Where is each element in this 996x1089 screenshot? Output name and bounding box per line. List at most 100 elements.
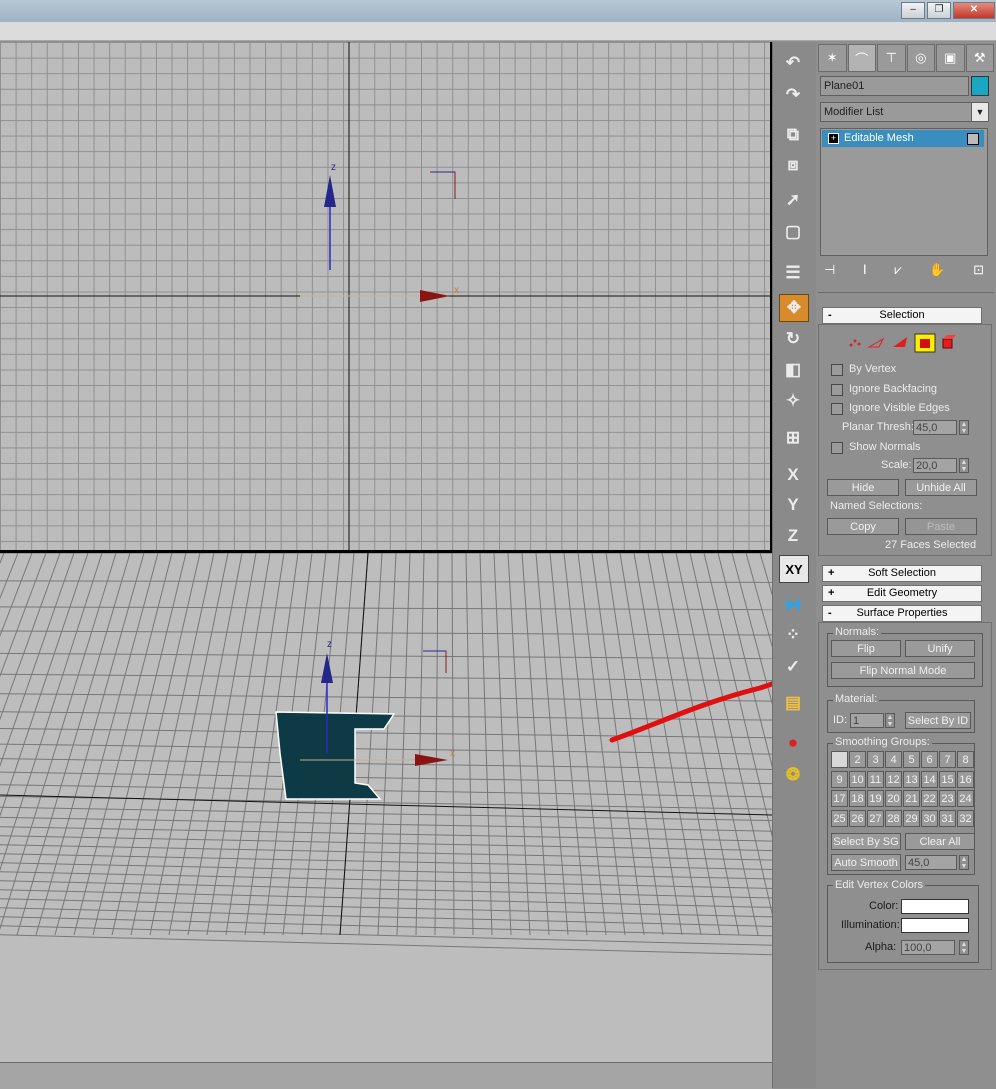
z-axis-button[interactable]: Z bbox=[779, 523, 807, 549]
smoothing-group-button[interactable]: 2 bbox=[849, 751, 866, 768]
y-axis-button[interactable]: Y bbox=[779, 492, 807, 518]
smoothing-group-button[interactable]: 5 bbox=[903, 751, 920, 768]
motion-tab-icon[interactable]: ◎ bbox=[906, 44, 935, 72]
remove-modifier-icon[interactable]: ✋ bbox=[929, 262, 945, 280]
smoothing-group-button[interactable]: 14 bbox=[921, 770, 938, 788]
object-name-field[interactable]: Plane01 bbox=[820, 76, 969, 96]
select-by-name-icon[interactable]: ☰ bbox=[779, 260, 807, 286]
smoothing-group-button[interactable]: 20 bbox=[885, 790, 902, 807]
smoothing-group-button[interactable]: 21 bbox=[903, 790, 920, 807]
flip-button[interactable]: Flip bbox=[831, 640, 901, 657]
illumination-color-swatch[interactable] bbox=[901, 918, 969, 933]
minimize-button[interactable]: – bbox=[901, 2, 925, 19]
unify-button[interactable]: Unify bbox=[905, 640, 975, 657]
smoothing-group-button[interactable]: 12 bbox=[885, 770, 902, 788]
select-by-sg-button[interactable]: Select By SG bbox=[831, 833, 901, 850]
clear-all-button[interactable]: Clear All bbox=[905, 833, 975, 850]
smoothing-group-button[interactable]: 13 bbox=[903, 770, 920, 788]
top-viewport[interactable]: z x bbox=[0, 42, 772, 553]
by-vertex-checkbox[interactable] bbox=[831, 364, 843, 376]
vertex-color-swatch[interactable] bbox=[901, 899, 969, 914]
show-end-result-icon[interactable]: Ⅰ bbox=[863, 262, 867, 280]
material-id-field[interactable]: 1 bbox=[850, 713, 884, 728]
modifier-list-dropdown[interactable]: Modifier List ▼ bbox=[820, 102, 989, 122]
region-select-icon[interactable]: ▢ bbox=[779, 219, 807, 245]
smoothing-group-button[interactable]: 32 bbox=[957, 809, 974, 827]
modify-tab-icon[interactable]: ⌒ bbox=[847, 44, 876, 72]
selection-rollout-header[interactable]: - Selection bbox=[822, 307, 982, 324]
x-axis-button[interactable]: X bbox=[779, 462, 807, 488]
xy-plane-button[interactable]: XY bbox=[779, 555, 809, 583]
perspective-viewport[interactable]: z x bbox=[0, 553, 772, 1088]
select-by-id-button[interactable]: Select By ID bbox=[905, 712, 971, 729]
smoothing-group-button[interactable]: 18 bbox=[849, 790, 866, 807]
hide-button[interactable]: Hide bbox=[827, 479, 899, 496]
smoothing-group-button[interactable]: 22 bbox=[921, 790, 938, 807]
smoothing-group-button[interactable]: 15 bbox=[939, 770, 956, 788]
flip-normal-mode-button[interactable]: Flip Normal Mode bbox=[831, 662, 975, 679]
show-normals-checkbox[interactable] bbox=[831, 442, 843, 454]
array-icon[interactable]: ⁘ bbox=[779, 622, 807, 648]
smoothing-group-button[interactable]: 24 bbox=[957, 790, 974, 807]
smoothing-group-button[interactable]: 4 bbox=[885, 751, 902, 768]
unlink-icon[interactable]: ⧈ bbox=[779, 152, 807, 178]
configure-modifier-sets-icon[interactable]: ⊡ bbox=[973, 262, 984, 280]
material-editor-icon[interactable]: ● bbox=[779, 730, 807, 756]
smoothing-group-button[interactable]: 29 bbox=[903, 809, 920, 827]
scale-field[interactable]: 20,0 bbox=[913, 458, 957, 473]
make-unique-icon[interactable]: ⩗ bbox=[894, 262, 901, 280]
smoothing-group-button[interactable]: 8 bbox=[957, 751, 974, 768]
material-id-spinner[interactable]: ▲ ▼ bbox=[885, 713, 895, 728]
auto-smooth-field[interactable]: 45,0 bbox=[905, 855, 957, 870]
smoothing-group-button[interactable]: 23 bbox=[939, 790, 956, 807]
display-tab-icon[interactable]: ▣ bbox=[936, 44, 965, 72]
close-button[interactable]: ✕ bbox=[953, 2, 995, 19]
smoothing-group-button[interactable]: 6 bbox=[921, 751, 938, 768]
render-scene-icon[interactable]: ❂ bbox=[779, 762, 807, 788]
smoothing-group-button[interactable]: 16 bbox=[957, 770, 974, 788]
smoothing-group-button[interactable]: 7 bbox=[939, 751, 956, 768]
align-icon[interactable]: ✓ bbox=[779, 654, 807, 680]
smoothing-group-button[interactable]: 11 bbox=[867, 770, 884, 788]
smoothing-group-button[interactable]: 25 bbox=[831, 809, 848, 827]
scale-icon[interactable]: ◧ bbox=[779, 357, 807, 383]
smoothing-group-button[interactable] bbox=[831, 751, 848, 768]
planar-thresh-field[interactable]: 45,0 bbox=[913, 420, 957, 435]
scale-spinner[interactable]: ▲ ▼ bbox=[959, 458, 969, 473]
manipulate-icon[interactable]: ✧ bbox=[779, 388, 807, 414]
redo-icon[interactable]: ↷ bbox=[779, 82, 807, 108]
restore-button[interactable]: ❐ bbox=[927, 2, 951, 19]
smoothing-group-button[interactable]: 28 bbox=[885, 809, 902, 827]
surface-properties-rollout-header[interactable]: - Surface Properties bbox=[822, 605, 982, 622]
edit-geometry-rollout-header[interactable]: + Edit Geometry bbox=[822, 585, 982, 602]
object-color-swatch[interactable] bbox=[971, 76, 989, 96]
smoothing-group-button[interactable]: 26 bbox=[849, 809, 866, 827]
select-arrow-icon[interactable]: ➚ bbox=[779, 187, 807, 213]
hierarchy-tab-icon[interactable]: ⊤ bbox=[877, 44, 906, 72]
create-tab-icon[interactable]: ✶ bbox=[818, 44, 847, 72]
smoothing-group-button[interactable]: 27 bbox=[867, 809, 884, 827]
smoothing-group-button[interactable]: 17 bbox=[831, 790, 848, 807]
link-icon[interactable]: ⧉ bbox=[779, 122, 807, 148]
ignore-visible-edges-checkbox[interactable] bbox=[831, 403, 843, 415]
utilities-tab-icon[interactable]: ⚒ bbox=[965, 44, 994, 72]
stack-item-toggle[interactable] bbox=[967, 133, 979, 145]
layer-manager-icon[interactable]: ▤ bbox=[779, 690, 807, 716]
paste-button[interactable]: Paste bbox=[905, 518, 977, 535]
planar-thresh-spinner[interactable]: ▲ ▼ bbox=[959, 420, 969, 435]
auto-smooth-spinner[interactable]: ▲ ▼ bbox=[959, 855, 969, 870]
chevron-down-icon[interactable]: ▼ bbox=[971, 103, 988, 121]
smoothing-group-button[interactable]: 19 bbox=[867, 790, 884, 807]
ignore-backfacing-checkbox[interactable] bbox=[831, 384, 843, 396]
stack-item-editable-mesh[interactable]: + Editable Mesh bbox=[822, 130, 984, 147]
alpha-spinner[interactable]: ▲ ▼ bbox=[959, 940, 969, 955]
smoothing-group-button[interactable]: 9 bbox=[831, 770, 848, 788]
rotate-icon[interactable]: ↻ bbox=[779, 326, 807, 352]
alpha-field[interactable]: 100,0 bbox=[901, 940, 955, 955]
smoothing-group-button[interactable]: 3 bbox=[867, 751, 884, 768]
soft-selection-rollout-header[interactable]: + Soft Selection bbox=[822, 565, 982, 582]
auto-smooth-button[interactable]: Auto Smooth bbox=[831, 854, 901, 871]
smoothing-group-button[interactable]: 10 bbox=[849, 770, 866, 788]
move-icon[interactable]: ✥ bbox=[779, 294, 809, 322]
smoothing-group-button[interactable]: 31 bbox=[939, 809, 956, 827]
